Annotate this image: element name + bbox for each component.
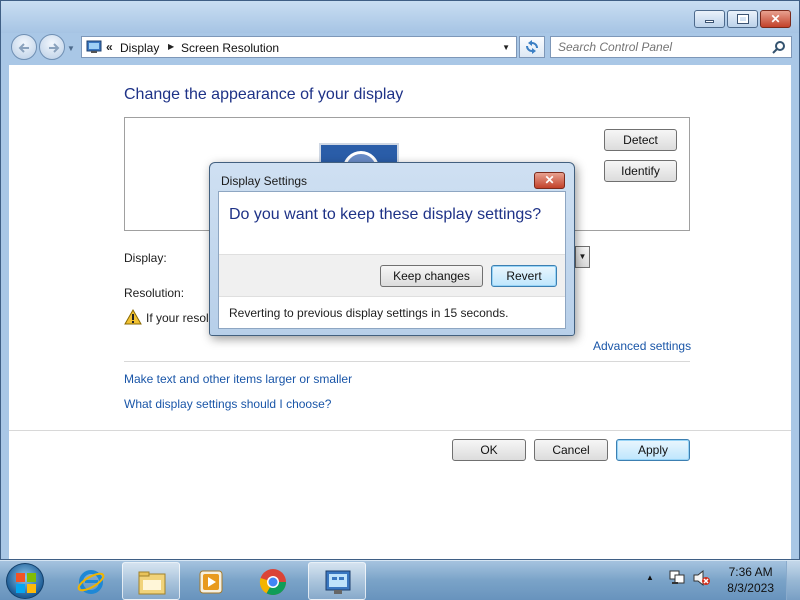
detect-button[interactable]: Detect (604, 129, 677, 151)
title-bar[interactable]: ✕ (1, 1, 799, 33)
resolution-label: Resolution: (124, 286, 185, 300)
forward-button[interactable] (39, 34, 65, 60)
button-divider (9, 430, 791, 431)
display-label: Display: (124, 251, 167, 265)
volume-muted-icon[interactable] (692, 569, 710, 587)
taskbar-control-panel[interactable] (308, 562, 366, 600)
start-button[interactable] (6, 563, 44, 599)
internet-explorer-icon (77, 570, 105, 594)
navigation-bar: ▼ « Display ▶ Screen Resolution ▼ (1, 33, 799, 63)
display-settings-dialog: Display Settings ✕ Do you want to keep t… (209, 162, 575, 336)
media-player-icon (199, 570, 223, 594)
chrome-icon (259, 569, 287, 596)
display-dropdown-arrow-icon[interactable]: ▼ (575, 246, 590, 268)
taskbar-windows-explorer[interactable] (122, 562, 180, 600)
maximize-icon (736, 14, 749, 24)
breadcrumb-overflow-icon[interactable]: « (106, 40, 113, 54)
cancel-button[interactable]: Cancel (534, 439, 608, 461)
revert-button[interactable]: Revert (491, 265, 557, 287)
caption-buttons: ✕ (694, 10, 791, 28)
text-size-link[interactable]: Make text and other items larger or smal… (124, 372, 352, 386)
clock[interactable]: 7:36 AM 8/3/2023 (727, 564, 774, 596)
dialog-title: Display Settings (221, 174, 308, 188)
taskbar-internet-explorer[interactable] (62, 562, 120, 600)
minimize-button[interactable] (694, 10, 725, 28)
show-desktop-button[interactable] (786, 561, 800, 600)
address-bar[interactable]: « Display ▶ Screen Resolution ▼ (81, 36, 517, 58)
breadcrumb-screen-resolution[interactable]: Screen Resolution (181, 41, 279, 55)
countdown-text: Reverting to previous display settings i… (229, 306, 509, 320)
display-help-link[interactable]: What display settings should I choose? (124, 397, 331, 411)
warning-text: If your resolu (146, 311, 216, 325)
close-button[interactable]: ✕ (760, 10, 791, 28)
page-title: Change the appearance of your display (124, 86, 404, 103)
back-arrow-icon (18, 43, 29, 53)
show-hidden-icons-icon[interactable]: ▲ (646, 573, 654, 582)
dialog-button-area: Keep changes Revert (219, 254, 565, 297)
search-icon[interactable] (772, 40, 786, 54)
minimize-icon (705, 20, 714, 23)
taskbar-media-player[interactable] (182, 562, 240, 600)
keep-changes-button[interactable]: Keep changes (380, 265, 483, 287)
advanced-settings-link[interactable]: Advanced settings (593, 339, 691, 353)
breadcrumb-display[interactable]: Display (120, 41, 159, 55)
forward-arrow-icon (49, 43, 60, 53)
ok-button[interactable]: OK (452, 439, 526, 461)
warning-icon (124, 309, 142, 325)
control-panel-icon (325, 570, 351, 594)
dialog-question: Do you want to keep these display settin… (229, 206, 542, 223)
taskbar-chrome[interactable] (244, 562, 302, 600)
network-icon[interactable] (668, 569, 686, 587)
dialog-close-button[interactable]: ✕ (534, 172, 565, 189)
close-icon: ✕ (544, 173, 555, 187)
close-icon: ✕ (770, 12, 781, 26)
control-panel-icon (86, 40, 102, 53)
back-button[interactable] (11, 34, 37, 60)
search-input[interactable] (551, 37, 761, 57)
folder-icon (138, 571, 166, 595)
refresh-button[interactable] (519, 36, 545, 58)
clock-time: 7:36 AM (728, 565, 773, 579)
breadcrumb-separator-icon[interactable]: ▶ (168, 42, 174, 51)
taskbar: ▲ 7:36 AM 8/3/2023 (0, 560, 800, 600)
maximize-button[interactable] (727, 10, 758, 28)
windows-logo-icon (16, 573, 36, 593)
refresh-icon (526, 40, 538, 54)
apply-button[interactable]: Apply (616, 439, 690, 461)
identify-button[interactable]: Identify (604, 160, 677, 182)
address-dropdown-icon[interactable]: ▼ (502, 43, 510, 52)
dialog-body: Do you want to keep these display settin… (218, 191, 566, 329)
clock-date: 8/3/2023 (727, 581, 774, 595)
recent-pages-chevron-icon[interactable]: ▼ (67, 44, 75, 53)
search-box[interactable] (550, 36, 792, 58)
divider (124, 361, 690, 362)
